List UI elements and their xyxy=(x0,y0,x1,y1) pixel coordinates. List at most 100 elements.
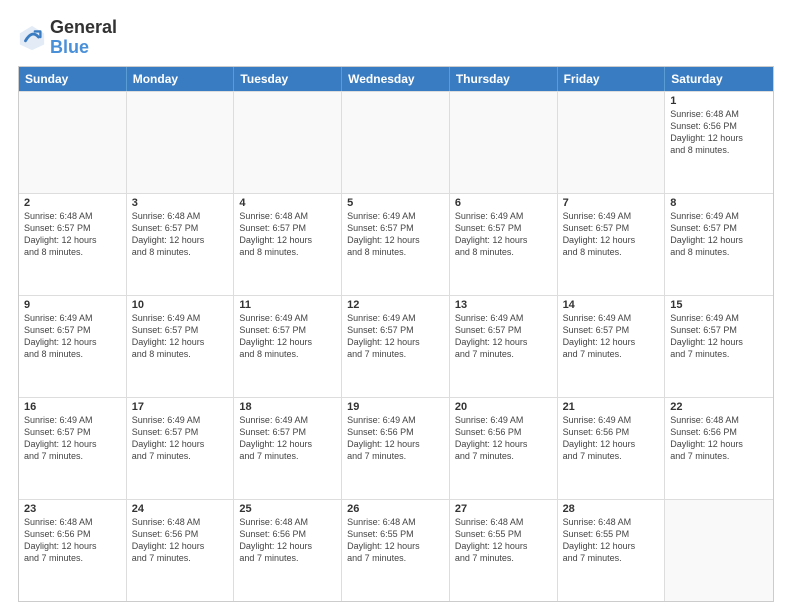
cell-info: Sunrise: 6:49 AM Sunset: 6:57 PM Dayligh… xyxy=(347,210,444,259)
calendar-cell-day-3: 3Sunrise: 6:48 AM Sunset: 6:57 PM Daylig… xyxy=(127,194,235,295)
calendar-cell-day-12: 12Sunrise: 6:49 AM Sunset: 6:57 PM Dayli… xyxy=(342,296,450,397)
calendar-cell-empty-4-6 xyxy=(665,500,773,601)
cell-info: Sunrise: 6:49 AM Sunset: 6:57 PM Dayligh… xyxy=(455,210,552,259)
calendar-row-1: 2Sunrise: 6:48 AM Sunset: 6:57 PM Daylig… xyxy=(19,193,773,295)
calendar-cell-day-7: 7Sunrise: 6:49 AM Sunset: 6:57 PM Daylig… xyxy=(558,194,666,295)
day-number: 16 xyxy=(24,401,121,413)
calendar-cell-day-6: 6Sunrise: 6:49 AM Sunset: 6:57 PM Daylig… xyxy=(450,194,558,295)
page-header: General Blue xyxy=(18,18,774,58)
calendar-cell-day-21: 21Sunrise: 6:49 AM Sunset: 6:56 PM Dayli… xyxy=(558,398,666,499)
calendar-cell-day-14: 14Sunrise: 6:49 AM Sunset: 6:57 PM Dayli… xyxy=(558,296,666,397)
calendar-cell-day-4: 4Sunrise: 6:48 AM Sunset: 6:57 PM Daylig… xyxy=(234,194,342,295)
day-number: 28 xyxy=(563,503,660,515)
day-number: 24 xyxy=(132,503,229,515)
calendar-cell-day-10: 10Sunrise: 6:49 AM Sunset: 6:57 PM Dayli… xyxy=(127,296,235,397)
day-number: 27 xyxy=(455,503,552,515)
day-number: 2 xyxy=(24,197,121,209)
logo-text: General Blue xyxy=(50,18,117,58)
calendar-row-2: 9Sunrise: 6:49 AM Sunset: 6:57 PM Daylig… xyxy=(19,295,773,397)
day-number: 7 xyxy=(563,197,660,209)
calendar-cell-empty-0-4 xyxy=(450,92,558,193)
calendar-row-0: 1Sunrise: 6:48 AM Sunset: 6:56 PM Daylig… xyxy=(19,91,773,193)
calendar-cell-empty-0-2 xyxy=(234,92,342,193)
calendar-body: 1Sunrise: 6:48 AM Sunset: 6:56 PM Daylig… xyxy=(19,91,773,601)
day-number: 5 xyxy=(347,197,444,209)
cell-info: Sunrise: 6:48 AM Sunset: 6:55 PM Dayligh… xyxy=(347,516,444,565)
calendar-grid: SundayMondayTuesdayWednesdayThursdayFrid… xyxy=(18,66,774,602)
cell-info: Sunrise: 6:48 AM Sunset: 6:56 PM Dayligh… xyxy=(132,516,229,565)
day-number: 11 xyxy=(239,299,336,311)
calendar-header: SundayMondayTuesdayWednesdayThursdayFrid… xyxy=(19,67,773,91)
logo: General Blue xyxy=(18,18,117,58)
day-number: 20 xyxy=(455,401,552,413)
cell-info: Sunrise: 6:49 AM Sunset: 6:56 PM Dayligh… xyxy=(347,414,444,463)
cell-info: Sunrise: 6:49 AM Sunset: 6:56 PM Dayligh… xyxy=(455,414,552,463)
calendar-page: General Blue SundayMondayTuesdayWednesda… xyxy=(0,0,792,612)
header-day-saturday: Saturday xyxy=(665,67,773,91)
day-number: 6 xyxy=(455,197,552,209)
cell-info: Sunrise: 6:48 AM Sunset: 6:57 PM Dayligh… xyxy=(132,210,229,259)
cell-info: Sunrise: 6:49 AM Sunset: 6:57 PM Dayligh… xyxy=(670,312,768,361)
calendar-cell-day-15: 15Sunrise: 6:49 AM Sunset: 6:57 PM Dayli… xyxy=(665,296,773,397)
cell-info: Sunrise: 6:49 AM Sunset: 6:57 PM Dayligh… xyxy=(132,414,229,463)
calendar-cell-empty-0-5 xyxy=(558,92,666,193)
cell-info: Sunrise: 6:49 AM Sunset: 6:57 PM Dayligh… xyxy=(24,312,121,361)
header-day-friday: Friday xyxy=(558,67,666,91)
day-number: 23 xyxy=(24,503,121,515)
cell-info: Sunrise: 6:49 AM Sunset: 6:57 PM Dayligh… xyxy=(563,312,660,361)
calendar-cell-day-9: 9Sunrise: 6:49 AM Sunset: 6:57 PM Daylig… xyxy=(19,296,127,397)
cell-info: Sunrise: 6:48 AM Sunset: 6:57 PM Dayligh… xyxy=(24,210,121,259)
day-number: 22 xyxy=(670,401,768,413)
header-day-tuesday: Tuesday xyxy=(234,67,342,91)
calendar-cell-empty-0-3 xyxy=(342,92,450,193)
day-number: 4 xyxy=(239,197,336,209)
day-number: 14 xyxy=(563,299,660,311)
calendar-cell-day-11: 11Sunrise: 6:49 AM Sunset: 6:57 PM Dayli… xyxy=(234,296,342,397)
calendar-cell-day-26: 26Sunrise: 6:48 AM Sunset: 6:55 PM Dayli… xyxy=(342,500,450,601)
cell-info: Sunrise: 6:49 AM Sunset: 6:57 PM Dayligh… xyxy=(455,312,552,361)
calendar-row-4: 23 Sunrise: 6:48 AM Sunset: 6:56 PM Dayli… xyxy=(19,499,773,601)
day-number: 8 xyxy=(670,197,768,209)
logo-icon xyxy=(18,24,46,52)
calendar-cell-day-1: 1Sunrise: 6:48 AM Sunset: 6:56 PM Daylig… xyxy=(665,92,773,193)
header-day-sunday: Sunday xyxy=(19,67,127,91)
cell-info: Sunrise: 6:49 AM Sunset: 6:57 PM Dayligh… xyxy=(24,414,121,463)
day-number: 3 xyxy=(132,197,229,209)
day-number: 21 xyxy=(563,401,660,413)
calendar-cell-day-25: 25Sunrise: 6:48 AM Sunset: 6:56 PM Dayli… xyxy=(234,500,342,601)
cell-info: Sunrise: 6:48 AM Sunset: 6:55 PM Dayligh… xyxy=(563,516,660,565)
calendar-cell-day-28: 28Sunrise: 6:48 AM Sunset: 6:55 PM Dayli… xyxy=(558,500,666,601)
calendar-cell-day-5: 5Sunrise: 6:49 AM Sunset: 6:57 PM Daylig… xyxy=(342,194,450,295)
day-number: 15 xyxy=(670,299,768,311)
cell-info: Sunrise: 6:49 AM Sunset: 6:57 PM Dayligh… xyxy=(347,312,444,361)
calendar-cell-day-23: 23Sunrise: 6:48 AM Sunset: 6:56 PM Dayli… xyxy=(19,500,127,601)
calendar-cell-day-19: 19Sunrise: 6:49 AM Sunset: 6:56 PM Dayli… xyxy=(342,398,450,499)
cell-info: Sunrise: 6:48 AM Sunset: 6:56 PM Dayligh… xyxy=(239,516,336,565)
calendar-cell-day-17: 17Sunrise: 6:49 AM Sunset: 6:57 PM Dayli… xyxy=(127,398,235,499)
cell-info: Sunrise: 6:49 AM Sunset: 6:57 PM Dayligh… xyxy=(670,210,768,259)
day-number: 12 xyxy=(347,299,444,311)
cell-info: Sunrise: 6:48 AM Sunset: 6:55 PM Dayligh… xyxy=(455,516,552,565)
cell-info: Sunrise: 6:49 AM Sunset: 6:57 PM Dayligh… xyxy=(132,312,229,361)
calendar-cell-day-8: 8Sunrise: 6:49 AM Sunset: 6:57 PM Daylig… xyxy=(665,194,773,295)
day-number: 13 xyxy=(455,299,552,311)
calendar-cell-day-20: 20Sunrise: 6:49 AM Sunset: 6:56 PM Dayli… xyxy=(450,398,558,499)
calendar-cell-day-22: 22Sunrise: 6:48 AM Sunset: 6:56 PM Dayli… xyxy=(665,398,773,499)
calendar-cell-empty-0-1 xyxy=(127,92,235,193)
cell-info: Sunrise: 6:48 AM Sunset: 6:57 PM Dayligh… xyxy=(239,210,336,259)
calendar-row-3: 16Sunrise: 6:49 AM Sunset: 6:57 PM Dayli… xyxy=(19,397,773,499)
cell-info: Sunrise: 6:49 AM Sunset: 6:57 PM Dayligh… xyxy=(239,414,336,463)
header-day-thursday: Thursday xyxy=(450,67,558,91)
cell-info: Sunrise: 6:49 AM Sunset: 6:56 PM Dayligh… xyxy=(563,414,660,463)
calendar-cell-day-13: 13Sunrise: 6:49 AM Sunset: 6:57 PM Dayli… xyxy=(450,296,558,397)
cell-info: Sunrise: 6:48 AM Sunset: 6:56 PM Dayligh… xyxy=(670,108,768,157)
day-number: 18 xyxy=(239,401,336,413)
day-number: 19 xyxy=(347,401,444,413)
day-number: 17 xyxy=(132,401,229,413)
cell-info: Sunrise: 6:49 AM Sunset: 6:57 PM Dayligh… xyxy=(239,312,336,361)
calendar-cell-day-24: 24Sunrise: 6:48 AM Sunset: 6:56 PM Dayli… xyxy=(127,500,235,601)
cell-info: Sunrise: 6:48 AM Sunset: 6:56 PM Dayligh… xyxy=(670,414,768,463)
calendar-cell-day-27: 27Sunrise: 6:48 AM Sunset: 6:55 PM Dayli… xyxy=(450,500,558,601)
header-day-monday: Monday xyxy=(127,67,235,91)
day-number: 25 xyxy=(239,503,336,515)
